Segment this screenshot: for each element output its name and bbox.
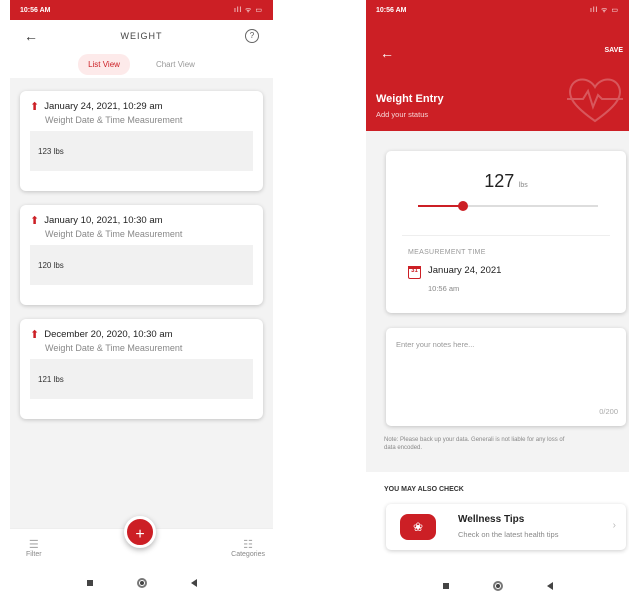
- weight-entry-screen: 10:56 AM ıll ᯤ ▭ ← SAVE Weight Entry Add…: [366, 0, 629, 594]
- status-bar: 10:56 AM ıll ᯤ ▭: [10, 0, 273, 20]
- nav-categories-label: Categories: [231, 551, 265, 558]
- weight-entry-list: ⬆ January 24, 2021, 10:29 am Weight Date…: [10, 78, 273, 423]
- nav-categories[interactable]: ☷ Categories: [231, 539, 265, 558]
- status-indicators: ıll ᯤ ▭: [234, 6, 263, 14]
- entry-subtitle: Weight Date & Time Measurement: [45, 343, 183, 353]
- bottom-nav: + ☰ Filter ☷ Categories: [10, 516, 273, 572]
- weight-value: 127: [484, 171, 515, 191]
- weight-marker-icon: ⬆: [30, 328, 40, 341]
- back-arrow-icon[interactable]: ←: [380, 45, 394, 61]
- weight-unit: lbs: [518, 182, 528, 189]
- card-header: ⬆ January 24, 2021, 10:29 am: [30, 101, 253, 112]
- entry-datetime: January 10, 2021, 10:30 am: [44, 215, 163, 226]
- status-bar: 10:56 AM ıll ᯤ ▭: [366, 0, 629, 20]
- measurement-date[interactable]: January 24, 2021: [428, 265, 501, 276]
- status-indicators: ıll ᯤ ▭: [590, 6, 619, 14]
- also-check-section: YOU MAY ALSO CHECK ❀ Wellness Tips Check…: [366, 472, 629, 578]
- notes-card: 0/200: [386, 328, 626, 426]
- lotus-icon: ❀: [400, 514, 436, 540]
- measurement-time[interactable]: 10:56 am: [428, 284, 459, 293]
- entry-value: 121 lbs: [30, 359, 253, 399]
- weight-card: 127 lbs MEASUREMENT TIME 31 January 24, …: [386, 151, 626, 313]
- app-header: ← WEIGHT ? List View Chart View: [10, 20, 273, 78]
- home-icon[interactable]: [136, 578, 147, 588]
- also-check-label: YOU MAY ALSO CHECK: [384, 486, 464, 493]
- entry-datetime: January 24, 2021, 10:29 am: [44, 101, 163, 112]
- slider-handle[interactable]: [458, 201, 468, 211]
- entry-value: 123 lbs: [30, 131, 253, 171]
- back-triangle-icon[interactable]: [190, 579, 197, 587]
- notes-char-counter: 0/200: [599, 407, 618, 416]
- entry-subtitle: Weight Date & Time Measurement: [45, 229, 183, 239]
- wellness-tips-card[interactable]: ❀ Wellness Tips Check on the latest heal…: [386, 504, 626, 550]
- weight-entry-card[interactable]: ⬆ December 20, 2020, 10:30 am Weight Dat…: [20, 319, 263, 419]
- recents-icon[interactable]: [86, 580, 93, 586]
- back-triangle-icon[interactable]: [546, 582, 553, 590]
- weight-marker-icon: ⬆: [30, 100, 40, 113]
- calendar-icon[interactable]: 31: [408, 266, 421, 279]
- card-header: ⬆ January 10, 2021, 10:30 am: [30, 215, 253, 226]
- tab-chart-view[interactable]: Chart View: [146, 54, 205, 75]
- tab-list-view[interactable]: List View: [78, 54, 130, 75]
- help-icon[interactable]: ?: [245, 29, 259, 43]
- recents-icon[interactable]: [442, 583, 449, 589]
- nav-filter-label: Filter: [26, 551, 42, 558]
- weight-marker-icon: ⬆: [30, 214, 40, 227]
- add-entry-button[interactable]: +: [124, 516, 156, 548]
- data-disclaimer: Note: Please back up your data. Generali…: [384, 437, 565, 451]
- home-icon[interactable]: [492, 581, 503, 591]
- divider: [402, 235, 610, 236]
- categories-icon: ☷: [243, 539, 253, 551]
- wellness-tips-title: Wellness Tips: [458, 514, 525, 525]
- nav-filter[interactable]: ☰ Filter: [26, 539, 42, 558]
- page-title: WEIGHT: [120, 31, 163, 41]
- weight-slider[interactable]: [418, 201, 598, 211]
- wellness-tips-subtitle: Check on the latest health tips: [458, 530, 559, 539]
- entry-value: 120 lbs: [30, 245, 253, 285]
- entry-header: ← SAVE Weight Entry Add your status: [366, 19, 629, 131]
- page-title: Weight Entry: [376, 93, 444, 105]
- status-time: 10:56 AM: [20, 6, 51, 14]
- card-header: ⬆ December 20, 2020, 10:30 am: [30, 329, 253, 340]
- status-time: 10:56 AM: [376, 6, 407, 14]
- filter-icon: ☰: [28, 539, 39, 551]
- system-nav-bar: [10, 572, 273, 594]
- notes-input[interactable]: [396, 340, 606, 400]
- weight-readout: 127 lbs: [386, 171, 626, 192]
- measurement-time-label: MEASUREMENT TIME: [408, 249, 486, 256]
- chevron-right-icon: ›: [612, 520, 616, 531]
- weight-entry-card[interactable]: ⬆ January 10, 2021, 10:30 am Weight Date…: [20, 205, 263, 305]
- heart-pulse-icon: [567, 78, 623, 123]
- save-button[interactable]: SAVE: [604, 47, 623, 54]
- weight-list-screen: 10:56 AM ıll ᯤ ▭ ← WEIGHT ? List View Ch…: [10, 0, 273, 594]
- page-subtitle: Add your status: [376, 110, 429, 119]
- entry-datetime: December 20, 2020, 10:30 am: [44, 329, 173, 340]
- entry-subtitle: Weight Date & Time Measurement: [45, 115, 183, 125]
- weight-entry-card[interactable]: ⬆ January 24, 2021, 10:29 am Weight Date…: [20, 91, 263, 191]
- view-tabs: List View Chart View: [10, 54, 273, 75]
- system-nav-bar: [366, 578, 629, 594]
- slider-fill: [418, 205, 463, 207]
